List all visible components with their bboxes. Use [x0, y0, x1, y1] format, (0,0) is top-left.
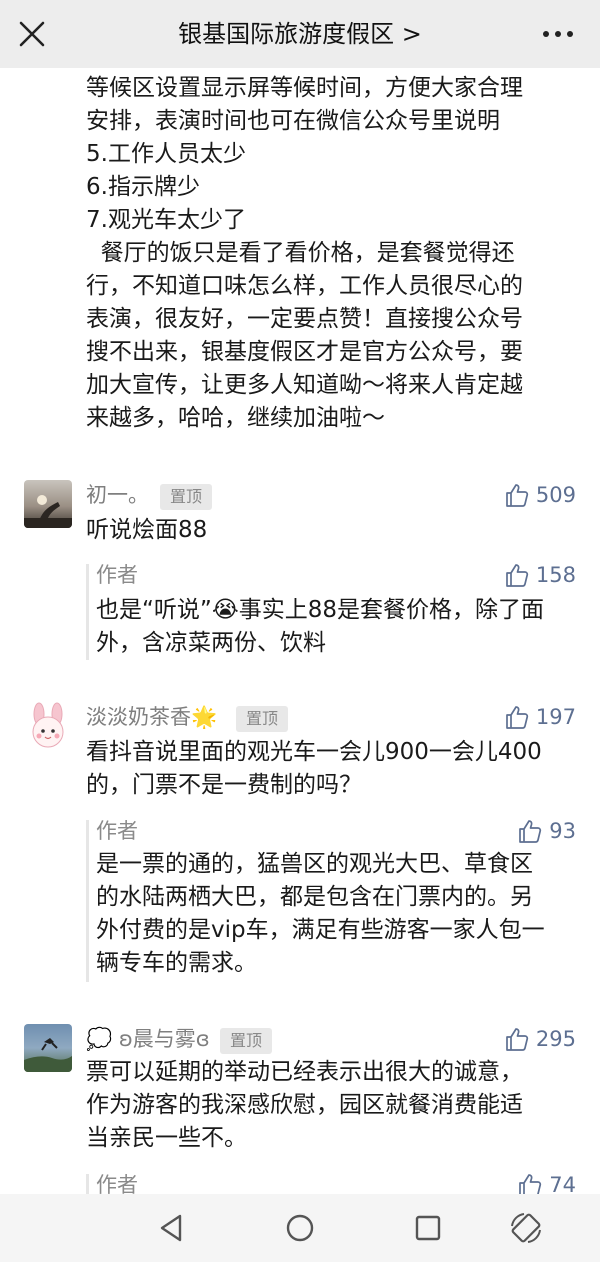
comment-text: 听说烩面88	[86, 514, 576, 547]
article-line: 等候区设置显示屏等候时间，方便大家合理	[86, 75, 523, 101]
avatar[interactable]	[24, 480, 72, 528]
thumbs-up-icon	[519, 820, 542, 843]
reply-line: 外，含凉菜两份、饮料	[96, 630, 326, 656]
thumbs-up-icon	[519, 1174, 542, 1194]
reply-like-button[interactable]: 93	[517, 816, 576, 846]
comment-text: 票可以延期的举动已经表示出很大的诚意， 作为游客的我深感欣慰，园区就餐消费能适 …	[86, 1056, 576, 1155]
like-button[interactable]: 509	[504, 480, 576, 510]
thumbs-up-icon	[506, 484, 529, 507]
comment-line: 看抖音说里面的观光车一会儿900一会儿400	[86, 739, 542, 765]
reply-author: 作者	[96, 1173, 138, 1194]
reply-author: 作者	[96, 563, 138, 587]
thumbs-up-icon	[506, 1028, 529, 1051]
article-line: 安排，表演时间也可在微信公众号里说明	[86, 108, 500, 134]
page-title[interactable]: 银基国际旅游度假区 >	[120, 18, 480, 50]
back-triangle-icon[interactable]	[152, 1208, 192, 1248]
comment-line: 当亲民一些不。	[86, 1125, 247, 1151]
comment-line: 票可以延期的举动已经表示出很大的诚意，	[86, 1059, 523, 1085]
comment-text: 看抖音说里面的观光车一会儿900一会儿400 的，门票不是一费制的吗？	[86, 736, 576, 802]
like-count: 74	[549, 1173, 576, 1194]
like-button[interactable]: 197	[504, 702, 576, 732]
reply-line: 是一票的通的，猛兽区的观光大巴、草食区	[96, 851, 533, 877]
reply-text: 也是“听说”😭事实上88是套餐价格，除了面 外，含凉菜两份、饮料	[96, 594, 576, 660]
reply-line: 也是“听说”😭事实上88是套餐价格，除了面	[96, 597, 544, 623]
reply-divider	[86, 564, 89, 660]
like-count: 93	[549, 819, 576, 843]
reply-text: 是一票的通的，猛兽区的观光大巴、草食区 的水陆两栖大巴，都是包含在门票内的。另 …	[96, 848, 576, 980]
home-circle-icon[interactable]	[280, 1208, 320, 1248]
article-line: 6.指示牌少	[86, 174, 200, 200]
comment-line: 作为游客的我深感欣慰，园区就餐消费能适	[86, 1092, 523, 1118]
like-count: 158	[535, 563, 576, 587]
rotate-screen-icon[interactable]	[506, 1208, 546, 1248]
avatar-bunny-image	[24, 702, 72, 750]
comment-nickname[interactable]: 初一。	[86, 480, 149, 510]
article-line: 7.观光车太少了	[86, 207, 246, 233]
article-line: 搜不出来，银基度假区才是官方公众号，要	[86, 339, 523, 365]
reply-author: 作者	[96, 819, 138, 843]
like-count: 509	[535, 483, 576, 507]
reply-line: 的水陆两栖大巴，都是包含在门票内的。另	[96, 884, 533, 910]
article-line: 表演，很友好，一定要点赞！直接搜公众号	[86, 306, 523, 332]
reply-line: 外付费的是vip车，满足有些游客一家人包一	[96, 917, 545, 943]
pinned-badge: 置顶	[160, 484, 213, 510]
comment-nickname[interactable]: 淡淡奶茶香🌟	[86, 702, 217, 732]
article-text: 等候区设置显示屏等候时间，方便大家合理 安排，表演时间也可在微信公众号里说明 5…	[86, 72, 566, 435]
article-line: 5.工作人员太少	[86, 141, 246, 167]
recent-apps-icon[interactable]	[408, 1208, 448, 1248]
avatar-sunset-image	[24, 480, 72, 528]
avatar[interactable]	[24, 702, 72, 750]
reply-line: 辆专车的需求。	[96, 950, 257, 976]
more-icon[interactable]	[540, 22, 576, 46]
close-icon[interactable]	[16, 18, 48, 50]
like-button[interactable]: 295	[504, 1024, 576, 1054]
reply-divider	[86, 1174, 89, 1194]
reply-divider	[86, 820, 89, 982]
avatar[interactable]	[24, 1024, 72, 1072]
comment-line: 听说烩面88	[86, 517, 208, 543]
article-line: 来越多，哈哈，继续加油啦～	[86, 405, 385, 431]
like-count: 295	[535, 1027, 576, 1051]
reply-like-button[interactable]: 74	[517, 1170, 576, 1194]
content-area[interactable]: 等候区设置显示屏等候时间，方便大家合理 安排，表演时间也可在微信公众号里说明 5…	[0, 68, 600, 1194]
article-line: 行，不知道口味怎么样，工作人员很尽心的	[86, 273, 523, 299]
reply-like-button[interactable]: 158	[504, 560, 576, 590]
system-nav-bar	[0, 1194, 600, 1262]
article-line: 餐厅的饭只是看了看价格，是套餐觉得还	[86, 240, 515, 266]
avatar-skydiver-image	[24, 1024, 72, 1072]
comment-nickname[interactable]: 💭 ʚ晨与雾ɞ	[86, 1024, 210, 1054]
comment-line: 的，门票不是一费制的吗？	[86, 772, 362, 798]
pinned-badge: 置顶	[220, 1028, 273, 1054]
article-line: 加大宣传，让更多人知道呦～将来人肯定越	[86, 372, 523, 398]
like-count: 197	[535, 705, 576, 729]
thumbs-up-icon	[506, 706, 529, 729]
pinned-badge: 置顶	[236, 706, 289, 732]
top-bar: 银基国际旅游度假区 >	[0, 0, 600, 68]
thumbs-up-icon	[506, 564, 529, 587]
